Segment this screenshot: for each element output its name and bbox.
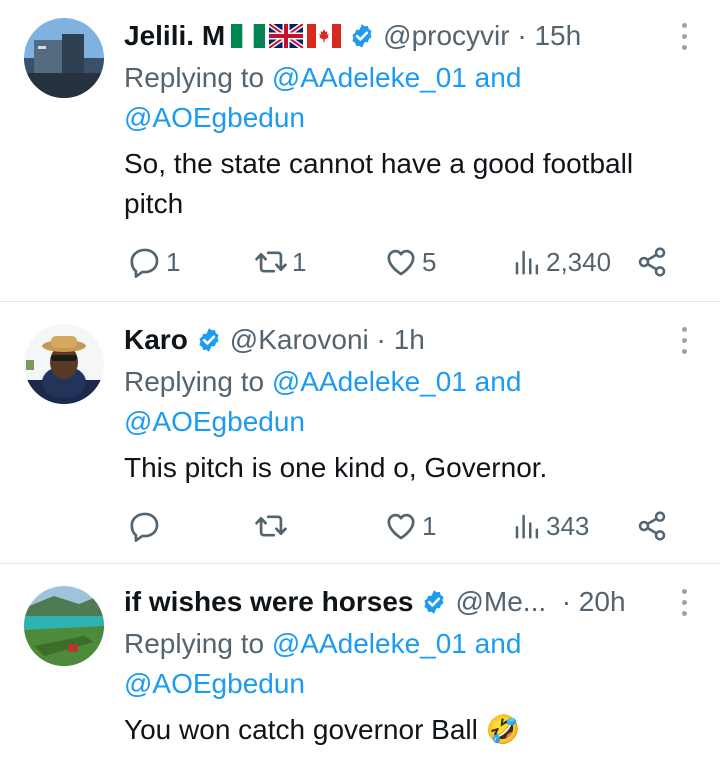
avatar[interactable] — [24, 586, 104, 666]
timestamp-text: · 20h — [561, 586, 626, 617]
views-chart-icon — [512, 247, 542, 277]
replying-to: Replying to @AAdeleke_01 and @AOEgbedun — [124, 362, 696, 442]
retweet-button[interactable] — [254, 506, 292, 546]
user-handle[interactable]: @procyvir — [383, 20, 509, 52]
replying-to: Replying to @AAdeleke_01 and @AOEgbedun — [124, 624, 696, 704]
tweet[interactable]: Jelili. M @procyvir · 15h Replying to @A… — [0, 0, 720, 302]
like-button[interactable]: 1 — [384, 506, 436, 546]
reply-icon — [128, 245, 162, 279]
replying-to-label: Replying to — [124, 366, 265, 397]
share-button[interactable] — [636, 242, 668, 282]
timestamp-text: · 1h — [376, 324, 425, 355]
timestamp[interactable]: · 1h — [369, 324, 425, 356]
tweet-header: Karo @Karovoni · 1h — [124, 320, 660, 360]
mention-link[interactable]: @AAdeleke_01 — [272, 366, 467, 397]
share-icon — [636, 510, 668, 542]
user-handle[interactable]: @Me... — [455, 586, 546, 618]
views-chart-icon — [512, 511, 542, 541]
tweet-text-line: This pitch is one kind o, Governor. — [124, 452, 548, 483]
views-button[interactable]: 2,340 — [512, 242, 611, 282]
retweet-icon — [254, 509, 288, 543]
nigeria-flag-icon — [231, 24, 266, 48]
reply-icon — [128, 509, 162, 543]
action-bar: 1 1 5 2,340 — [124, 242, 680, 282]
mention-link[interactable]: @AAdeleke_01 — [272, 62, 467, 93]
display-name[interactable]: Jelili. M — [124, 20, 225, 52]
like-count: 1 — [422, 510, 437, 541]
tweet-text: This pitch is one kind o, Governor. — [124, 448, 700, 488]
verified-badge-icon — [421, 589, 447, 615]
like-count: 5 — [422, 246, 437, 277]
canada-flag-icon — [307, 24, 342, 48]
replying-to: Replying to @AAdeleke_01 and @AOEgbedun — [124, 58, 696, 138]
mention-and: and — [474, 628, 522, 659]
tweet-header: Jelili. M @procyvir · 15h — [124, 16, 660, 56]
more-options-icon[interactable] — [674, 16, 694, 56]
retweet-icon — [254, 245, 288, 279]
heart-icon — [384, 245, 418, 279]
mention-and: and — [474, 366, 522, 397]
display-name[interactable]: Karo — [124, 324, 188, 356]
mention-link[interactable]: @AOEgbedun — [124, 102, 305, 133]
replying-to-label: Replying to — [124, 62, 265, 93]
verified-badge-icon — [349, 23, 375, 49]
mention-link[interactable]: @AOEgbedun — [124, 406, 305, 437]
share-button[interactable] — [636, 506, 668, 546]
avatar[interactable] — [24, 18, 104, 98]
reply-count: 1 — [166, 246, 181, 277]
verified-badge-icon — [196, 327, 222, 353]
more-options-icon[interactable] — [674, 582, 694, 622]
reply-button[interactable]: 1 — [128, 242, 180, 282]
heart-icon — [384, 509, 418, 543]
timestamp[interactable]: · 15h — [510, 20, 582, 52]
timestamp[interactable]: · 20h — [546, 586, 626, 618]
flag-emojis — [231, 24, 342, 48]
tweet-text: So, the state cannot have a good footbal… — [124, 144, 700, 224]
tweet-header: if wishes were horses @Me... · 20h — [124, 582, 660, 622]
tweet-text-line: pitch — [124, 188, 184, 219]
timestamp-text: · 15h — [517, 20, 582, 51]
uk-flag-icon — [269, 24, 304, 48]
tweet-text-line: So, the state cannot have a good footbal… — [124, 148, 634, 179]
mention-link[interactable]: @AOEgbedun — [124, 668, 305, 699]
more-options-icon[interactable] — [674, 320, 694, 360]
tweet[interactable]: Karo @Karovoni · 1h Replying to @AAdelek… — [0, 302, 720, 564]
display-name[interactable]: if wishes were horses — [124, 586, 413, 618]
like-button[interactable]: 5 — [384, 242, 436, 282]
avatar[interactable] — [24, 324, 104, 404]
reply-button[interactable] — [128, 506, 166, 546]
views-button[interactable]: 343 — [512, 506, 589, 546]
tweet-text: You won catch governor Ball 🤣 — [124, 710, 700, 750]
share-icon — [636, 246, 668, 278]
retweet-count: 1 — [292, 246, 307, 277]
replying-to-label: Replying to — [124, 628, 265, 659]
tweet[interactable]: if wishes were horses @Me... · 20h Reply… — [0, 564, 720, 768]
retweet-button[interactable]: 1 — [254, 242, 306, 282]
mention-link[interactable]: @AAdeleke_01 — [272, 628, 467, 659]
tweet-text-line: You won catch governor Ball 🤣 — [124, 714, 521, 745]
user-handle[interactable]: @Karovoni — [230, 324, 369, 356]
action-bar: 1 343 — [124, 506, 680, 546]
view-count: 2,340 — [546, 246, 612, 277]
view-count: 343 — [546, 510, 590, 541]
mention-and: and — [474, 62, 522, 93]
